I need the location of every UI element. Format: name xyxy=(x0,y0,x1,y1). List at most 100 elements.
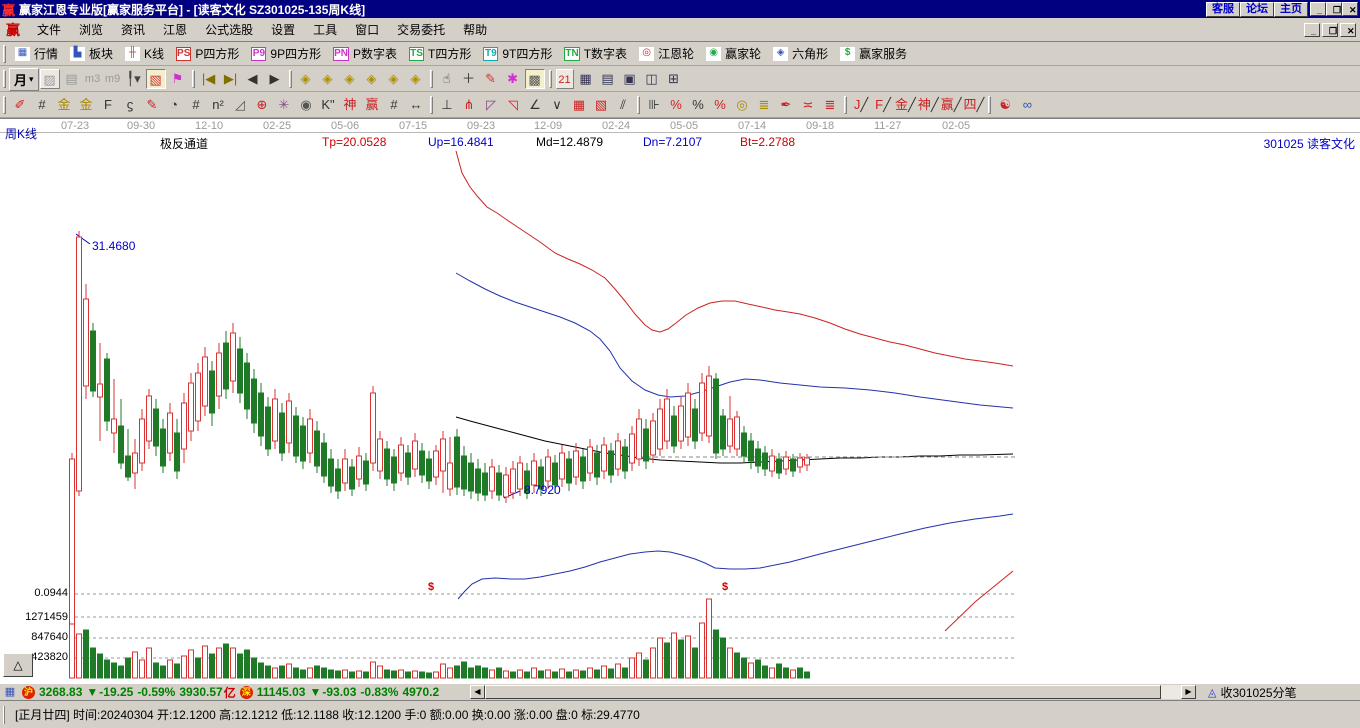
red-grid2-icon[interactable]: ▧ xyxy=(591,95,611,115)
star-circle-icon[interactable]: ✳ xyxy=(274,95,294,115)
toolbar-gann-wheel-button[interactable]: ◎ 江恩轮 xyxy=(633,43,700,64)
snapshot-icon[interactable]: ◫ xyxy=(642,69,662,89)
toolbar-9t-square-button[interactable]: T9 9T四方形 xyxy=(477,43,558,64)
shen-angle-icon[interactable]: 神╱ xyxy=(918,95,939,115)
last-page-icon[interactable]: ▶| xyxy=(221,69,241,89)
toolbar-hexagon-button[interactable]: ◈ 六角形 xyxy=(767,43,834,64)
hand-tool-icon[interactable]: ☝ xyxy=(437,69,457,89)
crosshair-tool-icon[interactable]: ＋ xyxy=(459,69,479,89)
gold-circle-icon[interactable]: ◎ xyxy=(732,95,752,115)
n2-icon[interactable]: n² xyxy=(208,95,228,115)
win-grid-icon[interactable]: 赢 xyxy=(362,95,382,115)
pct-red-icon[interactable]: % xyxy=(710,95,730,115)
ink-pen-icon[interactable]: ✒ xyxy=(776,95,796,115)
scroll-right-button[interactable]: ▶ xyxy=(1181,685,1196,699)
toolbar-winner-wheel-button[interactable]: ◉ 赢家轮 xyxy=(700,43,767,64)
expand-volume-button[interactable]: △ xyxy=(3,653,33,677)
gold-grid2-icon[interactable]: 金 xyxy=(76,95,96,115)
red-grid-icon[interactable]: ▦ xyxy=(569,95,589,115)
menu-浏览[interactable]: 浏览 xyxy=(70,19,112,40)
pattern-view-icon[interactable]: ▨ xyxy=(39,69,60,89)
f-grid-icon[interactable]: F xyxy=(98,95,118,115)
shenzhen-icon[interactable]: 深 xyxy=(239,685,253,699)
toolbar-sectors-button[interactable]: ▙ 板块 xyxy=(64,43,119,64)
menu-工具[interactable]: 工具 xyxy=(304,19,346,40)
scale-icon[interactable]: ⊪ xyxy=(644,95,664,115)
pct-icon[interactable]: % xyxy=(688,95,708,115)
report-icon[interactable]: ▤ xyxy=(62,69,82,89)
wheel-grid-icon[interactable]: ◉ xyxy=(296,95,316,115)
h-measure-icon[interactable]: ↔ xyxy=(406,95,426,115)
fan-box-icon[interactable]: ◸ xyxy=(481,95,501,115)
minimize-button[interactable]: _ xyxy=(1310,2,1326,16)
toolbar-quotes-button[interactable]: ▦ 行情 xyxy=(9,43,64,64)
festival-icon[interactable]: ✱ xyxy=(503,69,523,89)
forum-button[interactable]: 论坛 xyxy=(1240,2,1274,17)
v-line-icon[interactable]: ∨ xyxy=(547,95,567,115)
grid123-icon[interactable]: # xyxy=(384,95,404,115)
yinyang-icon[interactable]: ☯ xyxy=(995,95,1015,115)
menu-资讯[interactable]: 资讯 xyxy=(112,19,154,40)
parallel-icon[interactable]: ⫽ xyxy=(613,95,633,115)
child-restore-button[interactable]: ❐ xyxy=(1322,22,1338,37)
red-band-icon[interactable]: ≍ xyxy=(798,95,818,115)
gann-circle-icon[interactable]: ⊕ xyxy=(252,95,272,115)
pen-tool-icon[interactable]: ✎ xyxy=(481,69,501,89)
menu-江恩[interactable]: 江恩 xyxy=(154,19,196,40)
calculator-icon[interactable]: ▦ xyxy=(576,69,596,89)
toolbar-grip[interactable] xyxy=(3,95,6,114)
close-button[interactable]: ✕ xyxy=(1342,2,1358,16)
angle-ruler-icon[interactable]: ◿ xyxy=(230,95,250,115)
gold-grid-icon[interactable]: 金 xyxy=(54,95,74,115)
quote-panel-icon[interactable]: ▦ xyxy=(3,686,17,699)
color-flag-icon[interactable]: ⚑ xyxy=(168,69,188,89)
candle-style-icon[interactable]: ╿▾ xyxy=(124,69,144,89)
scroll-track[interactable] xyxy=(1161,685,1181,699)
toolbar-p-square-button[interactable]: PS P四方形 xyxy=(170,43,245,64)
red-pattern-icon[interactable]: ▧ xyxy=(145,69,166,89)
toolbar-t-square-button[interactable]: TS T四方形 xyxy=(403,43,477,64)
grid3-icon[interactable]: # xyxy=(186,95,206,115)
child-minimize-button[interactable]: _ xyxy=(1304,22,1320,37)
scroll-thumb[interactable] xyxy=(485,685,1161,699)
save-icon[interactable]: ▣ xyxy=(620,69,640,89)
j-angle-icon[interactable]: J╱ xyxy=(851,95,871,115)
menu-帮助[interactable]: 帮助 xyxy=(454,19,496,40)
toolbar-p-number-table-button[interactable]: PN P数字表 xyxy=(327,43,403,64)
menu-交易委托[interactable]: 交易委托 xyxy=(388,19,454,40)
zoom-h-icon[interactable]: ◈ xyxy=(340,69,360,89)
brush-icon[interactable]: ✐ xyxy=(10,95,30,115)
next-icon[interactable]: ▶ xyxy=(265,69,285,89)
toolbar-grip[interactable] xyxy=(3,70,6,88)
axis-tool-icon[interactable]: ⊥ xyxy=(437,95,457,115)
scroll-left-button[interactable]: ◀ xyxy=(470,685,485,699)
period-month-button[interactable]: 月 ▾ xyxy=(9,67,39,91)
minute9-icon[interactable]: m9 xyxy=(104,69,122,89)
toolbar-9p-square-button[interactable]: P9 9P四方形 xyxy=(245,43,327,64)
calendar-icon[interactable]: 21 xyxy=(555,69,574,89)
cycle-icon[interactable]: ◔ xyxy=(164,95,184,115)
tick-feed-info[interactable]: ◬ 收301025分笔 xyxy=(1208,684,1297,701)
zoom-in-icon[interactable]: ◈ xyxy=(362,69,382,89)
menu-窗口[interactable]: 窗口 xyxy=(346,19,388,40)
restore-button[interactable]: ❐ xyxy=(1326,2,1342,16)
first-page-icon[interactable]: |◀ xyxy=(199,69,219,89)
fan-box2-icon[interactable]: ◹ xyxy=(503,95,523,115)
menu-公式选股[interactable]: 公式选股 xyxy=(196,19,262,40)
horizontal-scrollbar[interactable]: ◀ ▶ xyxy=(470,685,1196,700)
zoom-left-icon[interactable]: ◈ xyxy=(296,69,316,89)
four-angle-icon[interactable]: 四╱ xyxy=(964,95,985,115)
f-angle-icon[interactable]: F╱ xyxy=(873,95,893,115)
gold-levels-icon[interactable]: ≣ xyxy=(754,95,774,115)
minute3-icon[interactable]: m3 xyxy=(84,69,102,89)
shanghai-icon[interactable]: 沪 xyxy=(22,685,35,699)
selected-mode-icon[interactable]: ▩ xyxy=(524,69,545,89)
pen2-icon[interactable]: ✎ xyxy=(142,95,162,115)
menu-文件[interactable]: 文件 xyxy=(28,19,70,40)
toolbar-t-number-table-button[interactable]: TN T数字表 xyxy=(558,43,633,64)
win-angle-icon[interactable]: 赢╱ xyxy=(941,95,962,115)
home-button[interactable]: 主页 xyxy=(1274,2,1308,17)
zoom-out-icon[interactable]: ◈ xyxy=(384,69,404,89)
support-button[interactable]: 客服 xyxy=(1206,2,1240,17)
menu-设置[interactable]: 设置 xyxy=(262,19,304,40)
